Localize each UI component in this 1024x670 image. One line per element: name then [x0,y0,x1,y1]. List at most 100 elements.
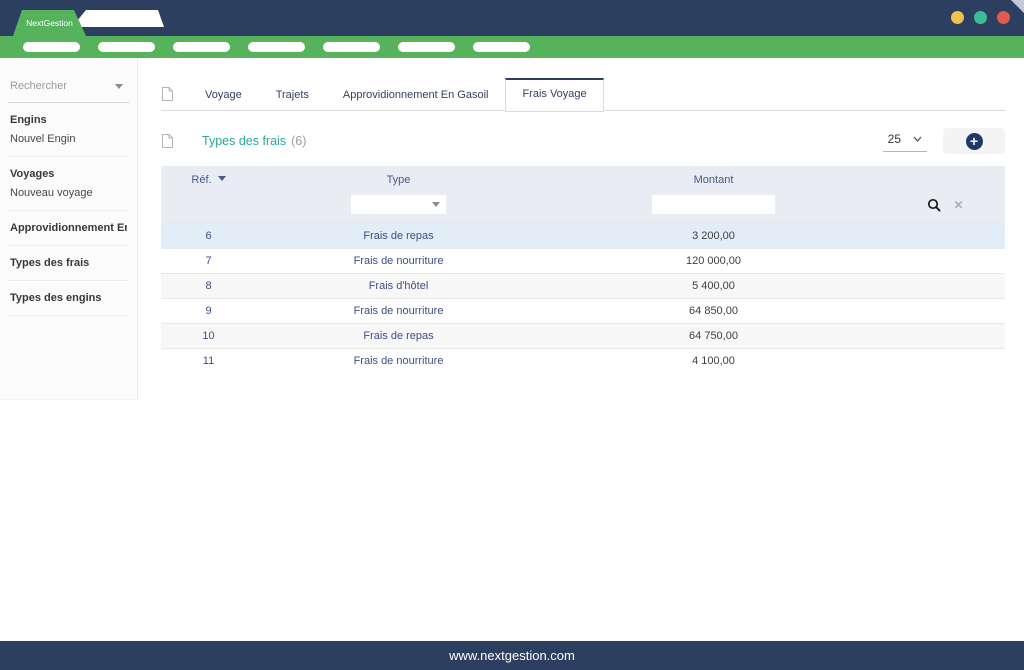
tab-frais-voyage[interactable]: Frais Voyage [505,78,604,112]
sidebar-search-placeholder: Rechercher [10,80,67,92]
clear-icon[interactable] [953,199,963,211]
section-count: (6) [291,134,307,148]
section-title[interactable]: Types des frais [202,134,286,148]
add-button[interactable] [943,128,1005,154]
nav-pill[interactable] [173,42,230,52]
cell-actions [886,272,1005,298]
nav-pill[interactable] [398,42,455,52]
column-label: Type [386,173,411,186]
nav-pill[interactable] [98,42,155,52]
filter-cell-ref [161,193,256,223]
column-header-ref[interactable]: Réf. [161,166,256,193]
cell-ref: 10 [161,322,256,348]
sidebar-group: Types des frais [8,246,129,281]
sort-desc-icon [217,175,226,185]
cell-montant: 64 750,00 [541,322,886,348]
table-row[interactable]: 6 Frais de repas 3 200,00 [161,222,1005,248]
tab-approvidionnement-en-gasoil[interactable]: Approvidionnement En Gasoil [326,78,506,111]
cell-actions [886,247,1005,273]
section-header: Types des frais (6) 25 [161,124,1005,158]
table-row[interactable]: 10 Frais de repas 64 750,00 [161,322,1005,348]
window-controls [951,11,1010,24]
column-label: Réf. [191,173,212,186]
sidebar-item-nouvel-engin[interactable]: Nouvel Engin [10,132,127,146]
chevron-down-icon [913,136,922,142]
cell-montant: 3 200,00 [541,222,886,248]
document-icon [161,86,174,102]
sidebar-group: Voyages Nouveau voyage [8,157,129,211]
cell-type: Frais de nourriture [256,247,541,273]
plus-icon [965,132,983,150]
cell-type: Frais de repas [256,222,541,248]
cell-type: Frais de nourriture [256,347,541,373]
corner-fold-icon [1011,0,1024,13]
brand-label: NextGestion [26,18,73,28]
column-label: Montant [693,173,734,186]
sidebar-item-voyages[interactable]: Voyages [10,167,127,181]
column-header-montant[interactable]: Montant [541,166,886,193]
filter-actions [886,195,1005,214]
cell-montant: 64 850,00 [541,297,886,323]
cell-montant: 120 000,00 [541,247,886,273]
table-row[interactable]: 8 Frais d'hôtel 5 400,00 [161,272,1005,298]
brand-tab[interactable]: NextGestion [13,10,86,36]
montant-filter-input[interactable] [652,195,775,214]
filter-cell-actions [886,193,1005,223]
cell-actions [886,222,1005,248]
column-header-actions [886,166,1005,193]
column-header-type[interactable]: Type [256,166,541,193]
sidebar-item-nouveau-voyage[interactable]: Nouveau voyage [10,186,127,200]
search-icon[interactable] [927,198,942,212]
filter-cell-montant [541,193,886,223]
cell-ref: 9 [161,297,256,323]
nav-pill[interactable] [473,42,530,52]
sidebar-group: Approvidionnement En ... [8,211,129,246]
page-size-select[interactable]: 25 [882,130,927,152]
sidebar-item-types-des-engins[interactable]: Types des engins [10,291,127,305]
main-navbar [0,36,1024,58]
window-dot-teal-icon[interactable] [974,11,987,24]
cell-ref: 7 [161,247,256,273]
sidebar: Rechercher Engins Nouvel Engin Voyages Nouv… [0,58,138,400]
cell-montant: 4 100,00 [541,347,886,373]
chevron-down-icon [432,202,440,211]
main-content: Voyage Trajets Approvidionnement En Gasoil… [139,58,1024,641]
table-row[interactable]: 9 Frais de nourriture 64 850,00 [161,297,1005,323]
cell-type: Frais d'hôtel [256,272,541,298]
table-row[interactable]: 7 Frais de nourriture 120 000,00 [161,247,1005,273]
cell-ref: 6 [161,222,256,248]
cell-type: Frais de repas [256,322,541,348]
sidebar-search-select[interactable]: Rechercher [8,80,129,103]
cell-montant: 5 400,00 [541,272,886,298]
sidebar-item-engins[interactable]: Engins [10,113,127,127]
type-filter-select[interactable] [351,195,446,214]
sidebar-item-types-des-frais[interactable]: Types des frais [10,256,127,270]
footer: www.nextgestion.com [0,641,1024,670]
tab-bar: Voyage Trajets Approvidionnement En Gasoil… [161,78,1005,112]
cell-actions [886,297,1005,323]
section-actions: 25 [882,128,1005,154]
page-size-value: 25 [887,132,901,146]
window-dot-red-icon[interactable] [997,11,1010,24]
cell-actions [886,322,1005,348]
table-row[interactable]: 11 Frais de nourriture 4 100,00 [161,347,1005,373]
cell-actions [886,347,1005,373]
types-des-frais-table: Réf.TypeMontant 6Frais de repas3 200,007… [161,166,1005,373]
sidebar-item-approvidionnement-en[interactable]: Approvidionnement En ... [10,221,127,235]
footer-url[interactable]: www.nextgestion.com [449,648,575,663]
cell-ref: 8 [161,272,256,298]
window-dot-yellow-icon[interactable] [951,11,964,24]
nav-pill[interactable] [323,42,380,52]
tab-voyage[interactable]: Voyage [188,78,259,111]
cell-ref: 11 [161,347,256,373]
sidebar-group: Types des engins [8,281,129,316]
nav-pill[interactable] [23,42,80,52]
filter-cell-type [256,193,541,223]
topbar: NextGestion [0,0,1024,36]
document-icon [161,133,174,149]
tab-trajets[interactable]: Trajets [259,78,326,111]
blank-tab[interactable] [72,10,164,27]
chevron-down-icon [115,84,123,93]
nav-pill[interactable] [248,42,305,52]
sidebar-group: Engins Nouvel Engin [8,103,129,157]
